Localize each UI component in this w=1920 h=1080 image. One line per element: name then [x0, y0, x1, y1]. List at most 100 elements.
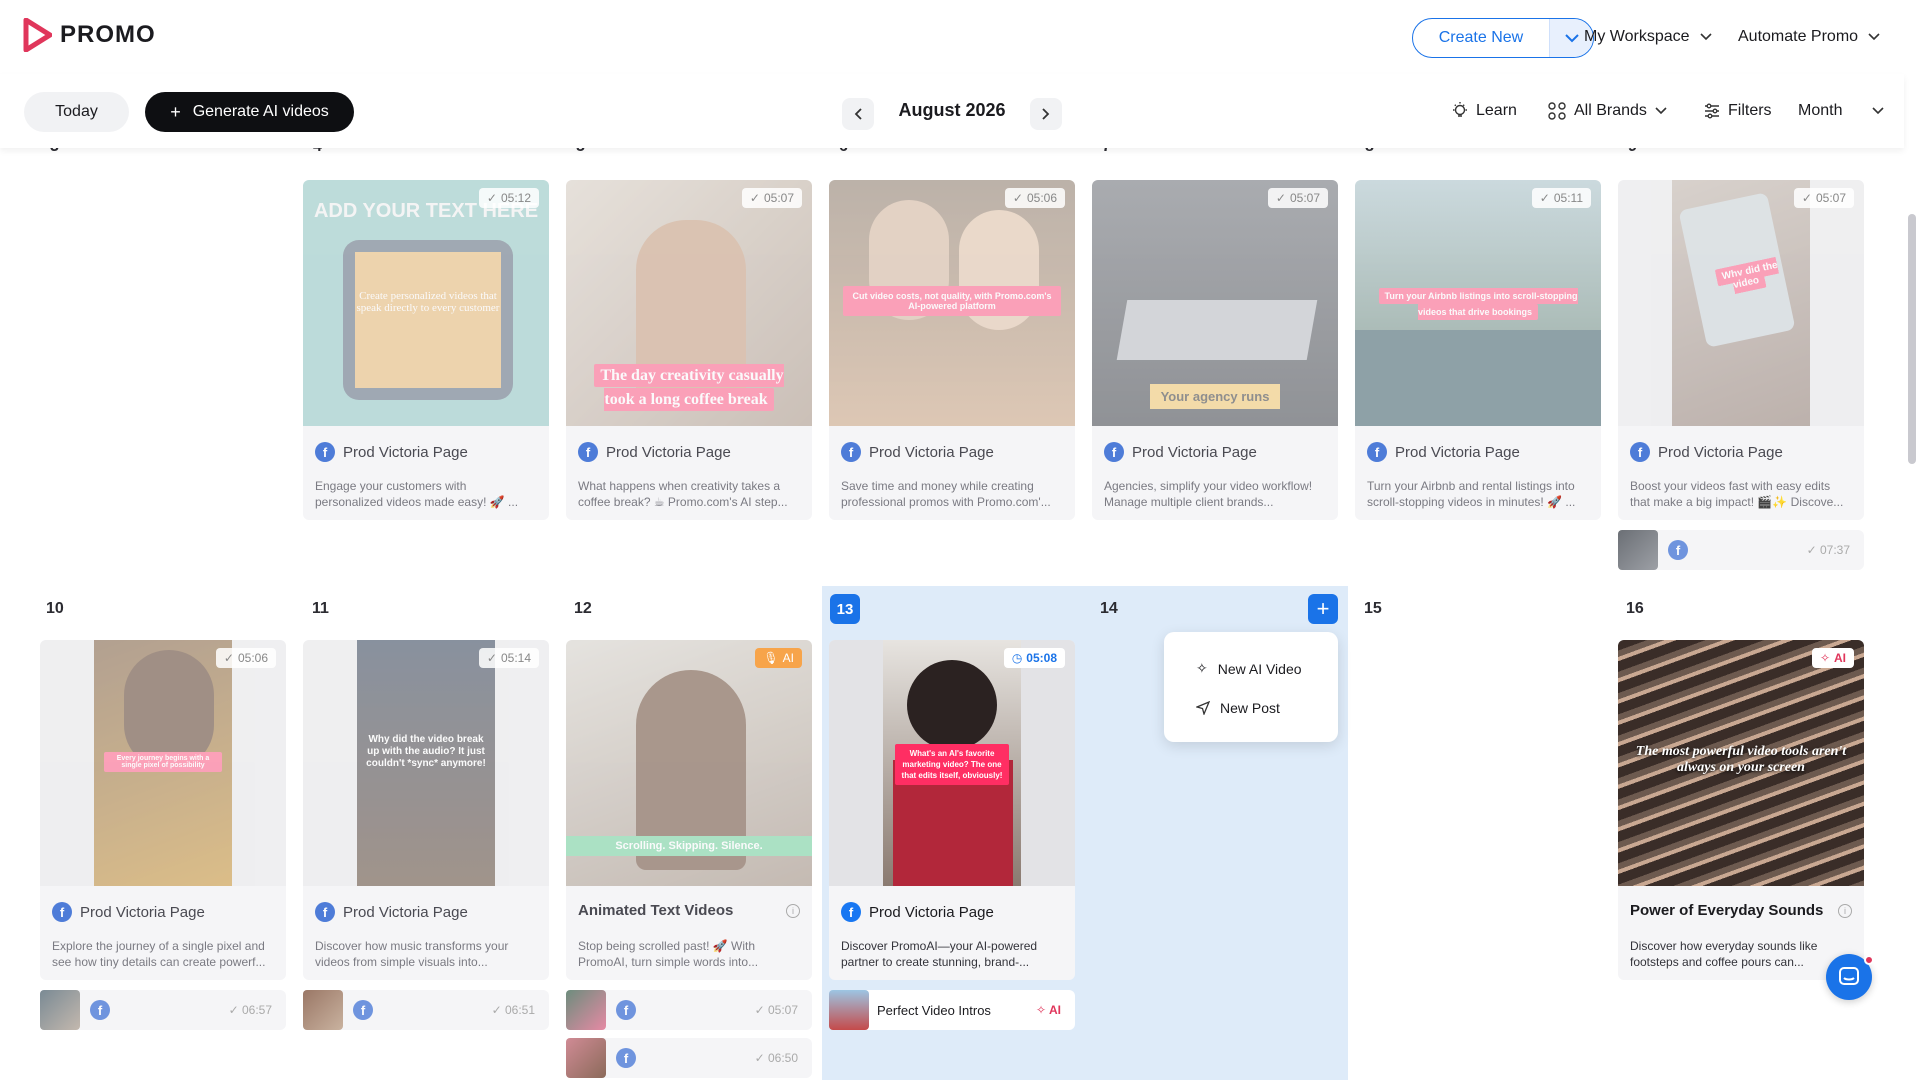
card-description: Discover how music transforms your video… — [315, 939, 509, 969]
card-title: Power of Everyday Sounds — [1630, 902, 1824, 919]
chat-icon — [1839, 967, 1859, 985]
thumbnail-headline: Cut video costs, not quality, with Promo… — [843, 286, 1061, 316]
check-icon: ✓ — [1539, 191, 1550, 205]
card-description: Turn your Airbnb and rental listings int… — [1367, 479, 1576, 509]
chevron-left-icon — [854, 108, 862, 120]
thumbnail-headline: Turn your Airbnb listings into scroll-st… — [1369, 288, 1587, 320]
card-description: Stop being scrolled past! 🚀 With PromoAI… — [578, 939, 759, 969]
post-card[interactable]: The most powerful video tools aren't alw… — [1618, 640, 1864, 980]
mini-thumbnail — [566, 990, 606, 1030]
thumbnail-headline: Scrolling. Skipping. Silence. — [566, 836, 812, 856]
facebook-icon: f — [353, 1000, 373, 1020]
chevron-down-icon — [1655, 107, 1667, 115]
day-number: 9 — [1628, 148, 1637, 156]
view-mode-dropdown[interactable]: Month — [1798, 102, 1885, 120]
post-card[interactable]: ADD YOUR TEXT HERE Create personalized v… — [303, 180, 549, 520]
day-number: 3 — [50, 148, 59, 156]
post-card[interactable]: Why did the video break up with the audi… — [303, 640, 549, 980]
card-title: f Prod Victoria Page — [1104, 442, 1326, 462]
day-number: 6 — [839, 148, 848, 156]
ai-video-mini-row[interactable]: Perfect Video Intros ✧ AI — [829, 990, 1075, 1030]
card-title: f Prod Victoria Page — [578, 442, 800, 462]
add-post-button[interactable]: + — [1308, 594, 1338, 624]
all-brands-dropdown[interactable]: All Brands — [1548, 102, 1667, 120]
scheduled-time-badge: ◷ 05:08 — [1003, 648, 1065, 668]
new-post-option[interactable]: New Post — [1196, 700, 1280, 716]
day-number: 7 — [1102, 148, 1111, 156]
automate-menu[interactable]: Automate Promo — [1738, 28, 1880, 46]
facebook-icon: f — [578, 442, 598, 462]
post-thumbnail: Cut video costs, not quality, with Promo… — [829, 180, 1075, 426]
learn-button[interactable]: Learn — [1452, 102, 1517, 120]
facebook-icon: f — [1630, 442, 1650, 462]
post-thumbnail: Why did the video — [1618, 180, 1864, 426]
plus-icon: + — [170, 101, 181, 122]
chevron-down-icon — [1872, 107, 1885, 115]
filters-button[interactable]: Filters — [1704, 102, 1772, 120]
promo-logo-icon — [23, 18, 52, 52]
chevron-right-icon — [1042, 108, 1050, 120]
new-item-popup: ✧ New AI Video New Post — [1164, 632, 1338, 742]
facebook-icon: f — [90, 1000, 110, 1020]
month-title: August 2026 — [898, 100, 1006, 120]
post-card[interactable]: Turn your Airbnb listings into scroll-st… — [1355, 180, 1601, 520]
workspace-menu[interactable]: My Workspace — [1584, 28, 1712, 46]
post-thumbnail: The most powerful video tools aren't alw… — [1618, 640, 1864, 886]
facebook-icon: f — [841, 902, 861, 922]
post-mini-row[interactable]: f ✓ 06:50 — [566, 1038, 812, 1078]
check-icon: ✓ — [486, 651, 497, 665]
next-month-button[interactable] — [1030, 98, 1062, 130]
view-mode-label: Month — [1798, 102, 1843, 119]
post-card[interactable]: The day creativity casually took a long … — [566, 180, 812, 520]
day-number: 4 — [313, 148, 322, 156]
card-title: Animated Text Videos — [578, 902, 734, 919]
post-thumbnail: ADD YOUR TEXT HERE Create personalized v… — [303, 180, 549, 426]
check-icon: ✓ — [1012, 191, 1023, 205]
post-mini-row[interactable]: f ✓ 06:57 — [40, 990, 286, 1030]
post-card[interactable]: Cut video costs, not quality, with Promo… — [829, 180, 1075, 520]
post-mini-row[interactable]: f ✓ 05:07 — [566, 990, 812, 1030]
post-mini-row[interactable]: f ✓ 07:37 — [1618, 530, 1864, 570]
card-title: f Prod Victoria Page — [1367, 442, 1589, 462]
post-card[interactable]: Why did the video ✓ 05:07 f Prod Victoria … — [1618, 180, 1864, 520]
thumbnail-headline: What's an AI's favorite marketing video?… — [895, 744, 1009, 785]
thumbnail-headline: Your agency runs — [1150, 384, 1280, 409]
published-time: ✓ 07:37 — [1806, 543, 1850, 557]
published-time: ✓ 06:57 — [228, 1003, 272, 1017]
mini-label: Perfect Video Intros — [877, 1002, 991, 1018]
prev-month-button[interactable] — [842, 98, 874, 130]
create-new-button[interactable]: Create New — [1412, 18, 1594, 58]
card-description: Engage your customers with personalized … — [315, 479, 519, 509]
post-thumbnail: Your agency runs — [1092, 180, 1338, 426]
post-mini-row[interactable]: f ✓ 06:51 — [303, 990, 549, 1030]
published-time-badge: ✓ 05:06 — [215, 648, 276, 668]
post-card[interactable]: Your agency runs ✓ 05:07 f Prod Victoria P… — [1092, 180, 1338, 520]
mini-thumbnail — [303, 990, 343, 1030]
post-thumbnail: Why did the video break up with the audi… — [303, 640, 549, 886]
info-icon[interactable]: i — [1838, 904, 1852, 918]
new-post-label: New Post — [1220, 700, 1280, 716]
day-number: 10 — [46, 600, 64, 617]
post-card[interactable]: Scrolling. Skipping. Silence. 🎙 AI Animat… — [566, 640, 812, 980]
generate-ai-videos-button[interactable]: + Generate AI videos — [145, 92, 354, 132]
info-icon[interactable]: i — [786, 904, 800, 918]
post-thumbnail: What's an AI's favorite marketing video?… — [829, 640, 1075, 886]
post-card[interactable]: Every journey begins with a single pixel… — [40, 640, 286, 980]
page-scrollbar[interactable] — [1908, 214, 1916, 464]
today-button[interactable]: Today — [24, 92, 129, 132]
promo-logo[interactable]: PROMO — [22, 18, 156, 52]
thumbnail-headline: The day creativity casually took a long … — [580, 364, 798, 412]
check-icon: ✓ — [223, 651, 234, 665]
facebook-icon: f — [1104, 442, 1124, 462]
facebook-icon: f — [52, 902, 72, 922]
today-date-badge[interactable]: 13 — [830, 594, 860, 624]
chevron-down-icon — [1868, 33, 1880, 41]
published-time: ✓ 05:07 — [754, 1003, 798, 1017]
post-card-scheduled[interactable]: What's an AI's favorite marketing video?… — [829, 640, 1075, 980]
new-ai-video-option[interactable]: ✧ New AI Video — [1196, 660, 1302, 677]
card-description: Discover PromoAI—your AI-powered partner… — [841, 939, 1038, 969]
published-time: ✓ 06:50 — [754, 1051, 798, 1065]
chevron-down-icon — [1699, 33, 1712, 41]
post-thumbnail: Every journey begins with a single pixel… — [40, 640, 286, 886]
thumbnail-headline: Why did the video break up with the audi… — [366, 734, 486, 769]
